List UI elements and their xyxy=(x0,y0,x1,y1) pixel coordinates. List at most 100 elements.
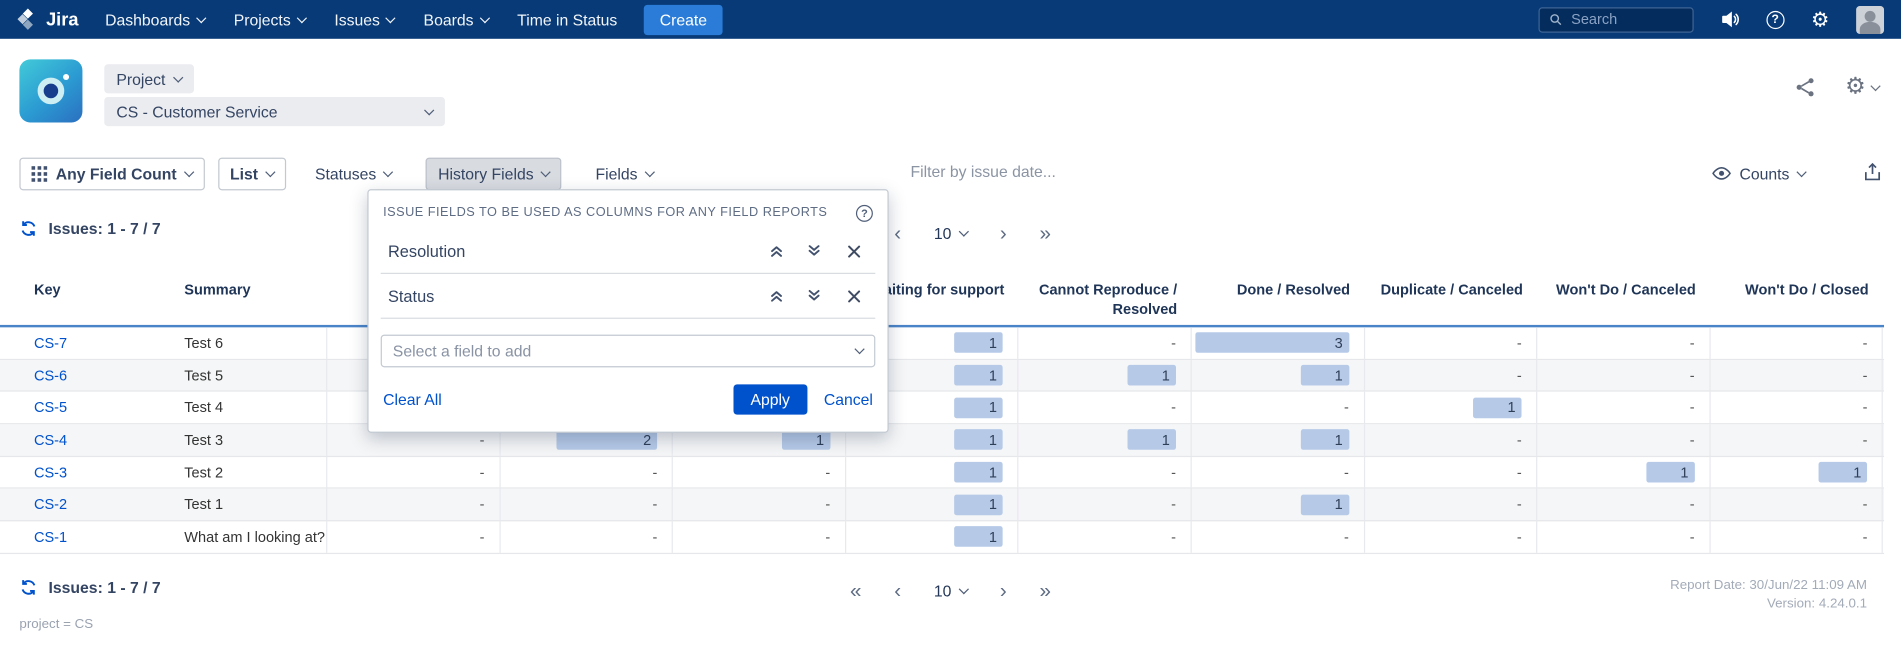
first-page-button[interactable]: « xyxy=(850,581,861,602)
count-cell: - xyxy=(500,521,673,552)
jira-logo-text: Jira xyxy=(46,9,78,30)
apply-button[interactable]: Apply xyxy=(733,384,806,414)
count-bar: 1 xyxy=(1300,430,1348,451)
history-fields-label: History Fields xyxy=(438,164,533,182)
remove-field-icon[interactable] xyxy=(841,284,865,308)
count-bar: 1 xyxy=(955,333,1003,354)
issue-key-link[interactable]: CS-6 xyxy=(34,367,67,384)
announcements-icon[interactable] xyxy=(1720,10,1739,29)
project-select-dropdown[interactable]: CS - Customer Service xyxy=(104,97,445,126)
count-cell: 1 xyxy=(846,457,1019,488)
nav-item-time-in-status[interactable]: Time in Status xyxy=(517,10,617,28)
view-dropdown[interactable]: List xyxy=(218,157,286,190)
jira-logo[interactable]: Jira xyxy=(17,8,78,30)
issue-key-link[interactable]: CS-5 xyxy=(34,399,67,416)
move-to-top-icon[interactable] xyxy=(764,239,788,263)
dash-value: - xyxy=(1863,431,1868,448)
issue-key-link[interactable]: CS-4 xyxy=(34,431,67,448)
count-cell: - xyxy=(1710,521,1883,552)
project-name: CS - Customer Service xyxy=(116,102,277,120)
count-cell: - xyxy=(1537,392,1710,423)
count-bar: 1 xyxy=(955,397,1003,418)
pagination-top: « ‹ 10 › » xyxy=(0,223,1901,244)
count-bar: 1 xyxy=(1300,365,1348,386)
issue-date-filter-input[interactable] xyxy=(908,161,1187,182)
export-button[interactable] xyxy=(1863,162,1881,181)
dash-value: - xyxy=(1171,464,1176,481)
count-bar: 1 xyxy=(1127,365,1175,386)
counts-dropdown[interactable]: Counts xyxy=(1712,156,1806,190)
move-to-bottom-icon[interactable] xyxy=(803,284,827,308)
dash-value: - xyxy=(1171,334,1176,351)
statuses-dropdown[interactable]: Statuses xyxy=(303,157,404,190)
report-toolbar: Any Field Count List Statuses History Fi… xyxy=(19,156,1881,190)
chevron-down-icon xyxy=(854,344,864,354)
popup-help-icon[interactable]: ? xyxy=(856,205,873,222)
nav-item-projects[interactable]: Projects xyxy=(234,10,305,28)
count-cell: - xyxy=(327,489,500,520)
chevron-down-icon xyxy=(296,12,306,22)
count-cell: - xyxy=(1537,489,1710,520)
nav-item-dashboards[interactable]: Dashboards xyxy=(105,10,205,28)
dash-value: - xyxy=(652,496,657,513)
fields-dropdown[interactable]: Fields xyxy=(583,157,665,190)
report-type-dropdown[interactable]: Any Field Count xyxy=(19,157,204,190)
next-page-button[interactable]: › xyxy=(1000,223,1007,244)
history-fields-dropdown[interactable]: History Fields xyxy=(426,157,561,190)
dash-value: - xyxy=(1517,431,1522,448)
report-settings-dropdown[interactable]: ⚙ xyxy=(1845,73,1879,101)
last-page-button[interactable]: » xyxy=(1039,223,1050,244)
count-cell: - xyxy=(673,457,846,488)
count-bar: 3 xyxy=(1195,333,1349,354)
project-avatar[interactable] xyxy=(19,59,82,122)
nav-item-label: Issues xyxy=(334,10,380,28)
page-size-dropdown[interactable]: 10 xyxy=(934,224,967,242)
count-cell: 1 xyxy=(846,521,1019,552)
count-cell: - xyxy=(1365,327,1538,358)
nav-item-issues[interactable]: Issues xyxy=(334,10,394,28)
eye-icon xyxy=(1712,166,1731,181)
dash-value: - xyxy=(480,529,485,546)
count-bar: 1 xyxy=(1819,462,1867,483)
next-page-button[interactable]: › xyxy=(1000,581,1007,602)
nav-search[interactable] xyxy=(1538,7,1693,32)
popup-field-row: Status xyxy=(381,274,876,319)
jira-logo-icon xyxy=(17,8,39,30)
nav-item-boards[interactable]: Boards xyxy=(424,10,489,28)
page-size-dropdown[interactable]: 10 xyxy=(934,582,967,600)
move-to-top-icon[interactable] xyxy=(764,284,788,308)
issue-key-link[interactable]: CS-7 xyxy=(34,334,67,351)
dash-value: - xyxy=(1863,399,1868,416)
prev-page-button[interactable]: ‹ xyxy=(894,581,901,602)
clear-all-link[interactable]: Clear All xyxy=(383,390,442,408)
issue-key-link[interactable]: CS-2 xyxy=(34,496,67,513)
count-cell: - xyxy=(1365,360,1538,391)
project-type-dropdown[interactable]: Project xyxy=(104,64,194,93)
remove-field-icon[interactable] xyxy=(841,239,865,263)
user-avatar[interactable] xyxy=(1856,5,1884,33)
issue-summary: Test 1 xyxy=(170,489,328,520)
issue-key-link[interactable]: CS-3 xyxy=(34,464,67,481)
prev-page-button[interactable]: ‹ xyxy=(894,223,901,244)
count-cell: - xyxy=(1710,360,1883,391)
settings-icon[interactable]: ⚙ xyxy=(1811,9,1829,30)
add-field-select[interactable]: Select a field to add xyxy=(381,335,876,368)
dash-value: - xyxy=(1517,529,1522,546)
chevron-down-icon xyxy=(386,12,396,22)
dash-value: - xyxy=(1171,496,1176,513)
count-bar: 1 xyxy=(1646,462,1694,483)
grid-icon xyxy=(32,165,48,181)
table-row: CS-6Test 5111--- xyxy=(0,360,1884,392)
move-to-bottom-icon[interactable] xyxy=(803,239,827,263)
popup-field-label: Status xyxy=(388,287,764,305)
share-icon[interactable] xyxy=(1794,76,1816,98)
page-size-value: 10 xyxy=(934,582,952,600)
issue-key-link[interactable]: CS-1 xyxy=(34,529,67,546)
create-button[interactable]: Create xyxy=(644,4,723,34)
last-page-button[interactable]: » xyxy=(1039,581,1050,602)
help-icon[interactable]: ? xyxy=(1766,10,1784,28)
nav-item-label: Boards xyxy=(424,10,474,28)
cancel-link[interactable]: Cancel xyxy=(824,390,873,408)
popup-title: ISSUE FIELDS TO BE USED AS COLUMNS FOR A… xyxy=(383,205,827,220)
search-input[interactable] xyxy=(1569,10,1683,29)
